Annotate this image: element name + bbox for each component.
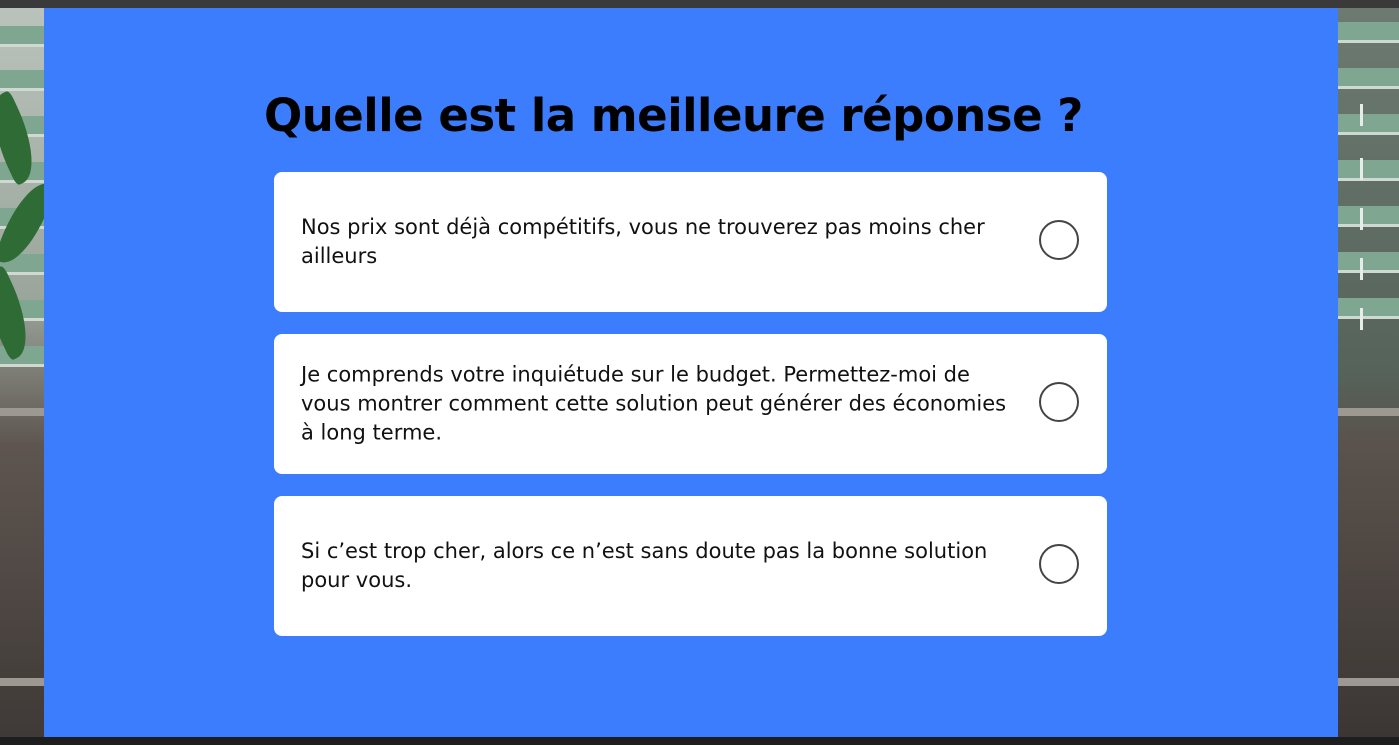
- radio-unchecked-icon[interactable]: [1039, 220, 1079, 260]
- answer-option-2[interactable]: Je comprends votre inquiétude sur le bud…: [274, 334, 1107, 474]
- blind-clip: [1360, 258, 1363, 280]
- blind-slat: [1338, 298, 1399, 319]
- blind-slat: [1338, 68, 1399, 89]
- blind-slat: [1338, 206, 1399, 227]
- blind-slat: [1338, 252, 1399, 273]
- blind-clip: [1360, 104, 1363, 126]
- answer-option-label: Nos prix sont déjà compétitifs, vous ne …: [301, 215, 985, 268]
- blind-slat: [0, 70, 44, 91]
- blind-slat: [1338, 160, 1399, 181]
- blind-clip: [1360, 208, 1363, 230]
- blind-clip: [1360, 158, 1363, 180]
- question-title: Quelle est la meilleure réponse ?: [264, 89, 1083, 142]
- window-sill: [1338, 678, 1399, 686]
- window-sill: [0, 408, 44, 416]
- answer-option-1[interactable]: Nos prix sont déjà compétitifs, vous ne …: [274, 172, 1107, 312]
- slide-stage: Quelle est la meilleure réponse ? Nos pr…: [0, 0, 1399, 745]
- quiz-panel: Quelle est la meilleure réponse ? Nos pr…: [44, 8, 1338, 737]
- blind-clip: [1360, 308, 1363, 330]
- answer-option-label: Si c’est trop cher, alors ce n’est sans …: [301, 539, 988, 592]
- answer-option-label: Je comprends votre inquiétude sur le bud…: [301, 362, 1007, 445]
- blind-slat: [1338, 22, 1399, 43]
- window-sill: [0, 678, 44, 686]
- top-bar: [0, 0, 1399, 8]
- radio-unchecked-icon[interactable]: [1039, 382, 1079, 422]
- blind-slat: [0, 26, 44, 47]
- background-photo-left: [0, 8, 44, 737]
- blind-slat: [1338, 114, 1399, 135]
- window-sill: [1338, 408, 1399, 416]
- background-photo-right: [1338, 8, 1399, 737]
- radio-unchecked-icon[interactable]: [1039, 544, 1079, 584]
- bottom-bar: [0, 737, 1399, 745]
- answer-option-3[interactable]: Si c’est trop cher, alors ce n’est sans …: [274, 496, 1107, 636]
